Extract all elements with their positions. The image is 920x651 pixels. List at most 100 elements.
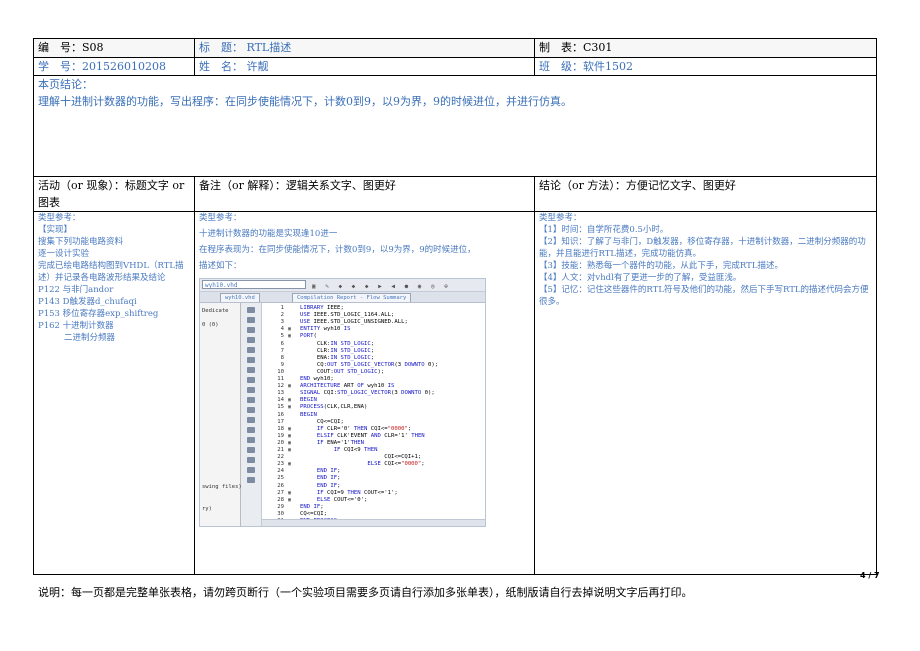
student-id-cell: 学 号：201526010208 <box>33 57 195 76</box>
conclusion-cell: 本页结论： 理解十进制计数器的功能，写出程序：在同步使能情况下，计数0到9，以9… <box>33 75 877 177</box>
code-line-number: 1 <box>280 305 284 311</box>
conclusion-label: 本页结论： <box>38 78 93 91</box>
tool-icon[interactable] <box>247 347 255 353</box>
fold-marker-icon[interactable]: ▣ <box>288 497 291 504</box>
tool-icon[interactable] <box>247 307 255 313</box>
code-line: CLR:IN STD_LOGIC; <box>316 347 375 354</box>
code-line-number: 25 <box>277 475 284 482</box>
remark-line: 十进制计数器的功能是实现逢10进一 <box>199 229 338 239</box>
fold-marker-icon[interactable]: ▣ <box>288 383 291 390</box>
activity-cell: 类型参考： 【实现】 搜集下列功能电路资料 逐一设计实验 完成已绘电路结构图到V… <box>33 211 195 575</box>
tool-icon[interactable] <box>247 377 255 383</box>
code-line-number: 19 <box>277 432 284 439</box>
code-line: CQ:OUT STD_LOGIC_VECTOR(3 DOWNTO 0); <box>316 361 439 368</box>
fold-marker-icon[interactable]: ▣ <box>288 326 291 333</box>
code-line: IF CQI=9 THEN COUT<='1'; <box>316 489 398 496</box>
code-line: ELSE CQI<="0000"; <box>367 461 425 468</box>
activity-line: 类型参考： <box>38 213 81 223</box>
code-line-number: 29 <box>277 503 284 510</box>
worksheet: 编 号：S08 标 题： RTL描述 制 表：C301 学 号：20152601… <box>33 38 877 575</box>
code-line: USE IEEE.STD_LOGIC_1164.ALL; <box>300 312 395 319</box>
code-line: CQ<=CQI; <box>300 510 327 517</box>
vhdl-code-editor[interactable]: 1 LIBRARY IEEE; 2 USE IEEE.STD_LOGIC_1164.A… <box>262 303 485 526</box>
tool-icon[interactable] <box>247 317 255 323</box>
activity-line: 【实现】 <box>38 225 73 235</box>
code-line: CQI<=CQI+1; <box>384 454 422 461</box>
tool-icon[interactable] <box>247 327 255 333</box>
conclusion-line: 【5】记忆：记住这些器件的RTL符号及他们的功能，然后下手写RTL的描述代码会方… <box>539 285 869 307</box>
footer-note: 说明：每一页都是完整单张表格，请勿跨页断行（一个实验项目需要多页请自行添加多张单… <box>38 586 693 599</box>
activity-line: 搜集下列功能电路资料 <box>38 237 124 247</box>
fold-marker-icon[interactable]: ▣ <box>288 426 291 433</box>
editor-toolbar: wyh10.vhd ▣ ✎ ◆ ◆ ◆ ▶ ◀ ● ◉ ◎ ⊕ <box>200 279 485 292</box>
student-row: 学 号：201526010208 姓 名： 许靓 班 级：软件1502 <box>33 57 877 76</box>
code-line: CQ<=CQI; <box>316 418 344 425</box>
editor-icon-column <box>241 303 262 526</box>
tool-icon[interactable] <box>247 397 255 403</box>
tool-icon[interactable] <box>247 457 255 463</box>
code-line-number: 7 <box>280 347 284 354</box>
code-line-number: 9 <box>280 361 284 368</box>
code-line: ELSE COUT<='0'; <box>316 496 368 503</box>
code-line-number: 17 <box>277 418 284 425</box>
tool-icon[interactable] <box>247 357 255 363</box>
code-line-number: 15 <box>277 404 284 411</box>
code-line-number: 8 <box>280 354 284 361</box>
maker-cell: 制 表：C301 <box>534 38 877 58</box>
fold-marker-icon[interactable]: ▣ <box>288 433 291 440</box>
code-line-number: 16 <box>277 411 284 418</box>
code-line: LIBRARY IEEE; <box>300 305 344 311</box>
code-line-number: 13 <box>277 390 284 397</box>
code-line: BEGIN <box>300 411 317 418</box>
code-line: PORT( <box>300 333 317 340</box>
tool-icon[interactable] <box>247 437 255 443</box>
quartus-screenshot: wyh10.vhd ▣ ✎ ◆ ◆ ◆ ▶ ◀ ● ◉ ◎ ⊕ wyh10.vh… <box>199 278 486 527</box>
code-line: IF CLR='0' THEN CQI<="0000"; <box>316 425 412 432</box>
tool-icon[interactable] <box>247 387 255 393</box>
horizontal-scrollbar[interactable] <box>262 519 485 526</box>
code-line-number: 24 <box>277 468 284 475</box>
tool-icon[interactable] <box>247 337 255 343</box>
page-number: 4 / 7 <box>860 571 880 580</box>
fold-marker-icon[interactable]: ▣ <box>288 404 291 411</box>
conclusion-header: 结论（or 方法）：方便记忆文字、图更好 <box>534 176 877 212</box>
panel-text: 0 (0) <box>202 322 219 328</box>
activity-line: P143 D触发器d_chufaqi <box>38 297 137 307</box>
code-line: ELSIF CLK'EVENT AND CLR='1' THEN <box>316 432 425 439</box>
tool-icon[interactable] <box>247 417 255 423</box>
code-line: ENA:IN STD_LOGIC; <box>316 354 375 361</box>
remark-cell: 类型参考： 十进制计数器的功能是实现逢10进一 在程序表现为：在同步使能情况下，… <box>194 211 535 575</box>
fold-marker-icon[interactable]: ▣ <box>288 461 291 468</box>
tool-icon[interactable] <box>247 367 255 373</box>
code-line-number: 22 <box>277 454 284 461</box>
tool-icon[interactable] <box>247 407 255 413</box>
code-line-number: 21 <box>277 447 284 453</box>
tab-vhd[interactable]: wyh10.vhd <box>220 293 260 302</box>
tool-icon[interactable] <box>247 467 255 473</box>
panel-text: ry) <box>202 506 212 512</box>
conclusion-text: 理解十进制计数器的功能，写出程序：在同步使能情况下，计数0到9，以9为界，9的时… <box>38 95 572 108</box>
code-line-number: 20 <box>277 439 284 446</box>
code-line: BEGIN <box>300 397 317 404</box>
title-cell: 标 题： RTL描述 <box>194 38 535 58</box>
conclusion-line: 【2】知识：了解了与非门，D触发器，移位寄存器，十进制计数器，二进制分频器的功能… <box>539 237 866 259</box>
fold-marker-icon[interactable]: ▣ <box>288 440 291 447</box>
fold-marker-icon[interactable]: ▣ <box>288 447 291 454</box>
code-line: END IF; <box>316 475 341 482</box>
activity-header: 活动（or 现象）：标题文字 or 图表 <box>33 176 195 212</box>
tool-icon[interactable] <box>247 427 255 433</box>
code-line: ENTITY wyh10 IS <box>300 326 351 333</box>
code-line: ARCHITECTURE ART OF wyh10 IS <box>300 383 395 390</box>
remark-line: 在程序表现为：在同步使能情况下，计数0到9，以9为界，9的时候进位， <box>199 245 476 255</box>
file-combo[interactable]: wyh10.vhd <box>202 280 306 289</box>
fold-marker-icon[interactable]: ▣ <box>288 333 291 340</box>
remark-line: 类型参考： <box>199 213 242 223</box>
tab-compilation-report[interactable]: Compilation Report - Flow Summary <box>292 293 412 302</box>
fold-marker-icon[interactable]: ▣ <box>288 397 291 404</box>
conclusion-line: 类型参考： <box>539 213 582 223</box>
tool-icon[interactable] <box>247 447 255 453</box>
fold-marker-icon[interactable]: ▣ <box>288 490 291 497</box>
tool-icon[interactable] <box>247 477 255 483</box>
conclusion-line: 【3】技能：熟悉每一个器件的功能，从此下手，完成RTL描述。 <box>539 261 783 271</box>
code-line-number: 11 <box>277 376 284 382</box>
